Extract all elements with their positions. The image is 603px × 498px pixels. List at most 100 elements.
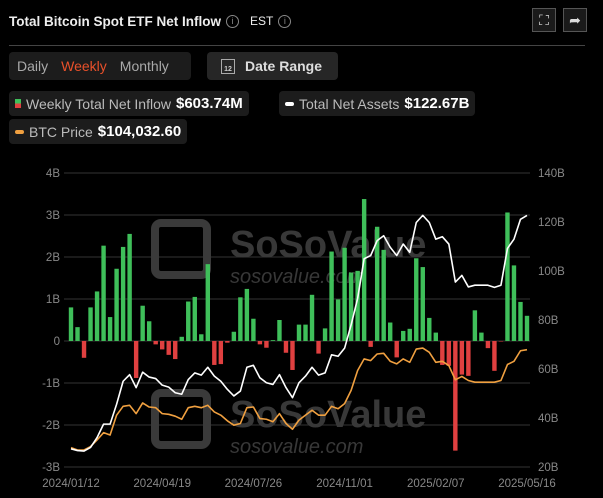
inflow-bar <box>414 258 419 341</box>
calendar-icon: 12 <box>221 58 235 74</box>
legend-inflow-value: $603.74M <box>176 95 243 112</box>
inflow-bar <box>140 305 145 341</box>
date-range-button[interactable]: 12 Date Range <box>207 52 338 80</box>
inflow-bar <box>329 251 334 341</box>
inflow-chart[interactable]: 4B 3B 2B 1B 0 -1B -2B -3B 140B 120B 100B 80B 60B 40B 2… <box>0 160 603 498</box>
watermark-logo-icon <box>151 219 211 279</box>
x-tick-label: 2025/02/07 <box>407 478 465 490</box>
inflow-bar <box>205 264 210 341</box>
inflow-bar <box>524 315 530 341</box>
inflow-bar <box>368 341 373 347</box>
info-icon[interactable]: i <box>225 14 239 28</box>
inflow-bar <box>407 328 412 341</box>
inflow-bar <box>270 340 276 341</box>
inflow-bar <box>492 341 497 371</box>
period-weekly[interactable]: Weekly <box>61 58 107 74</box>
legend-inflow-label: Weekly Total Net Inflow <box>26 95 171 112</box>
right-tick-label: 140B <box>538 168 565 180</box>
legend-btc-label: BTC Price <box>29 123 93 140</box>
inflow-bar <box>101 245 106 341</box>
date-range-label: Date Range <box>245 58 323 74</box>
btc-swatch-icon <box>15 129 24 134</box>
share-button[interactable]: ➦ <box>563 8 587 32</box>
inflow-bar <box>146 321 152 341</box>
left-tick-label: -1B <box>42 378 60 390</box>
share-icon: ➦ <box>569 11 581 28</box>
left-tick-label: 3B <box>46 210 60 222</box>
period-daily[interactable]: Daily <box>17 58 48 74</box>
chart-title: Total Bitcoin Spot ETF Net Inflow <box>9 13 221 29</box>
inflow-bar <box>459 341 465 375</box>
inflow-bar <box>335 299 341 341</box>
watermark-brand: SoSoValue <box>230 394 426 436</box>
inflow-bar <box>218 341 224 365</box>
inflow-bar <box>199 334 204 341</box>
right-tick-label: 120B <box>538 217 565 229</box>
inflow-bar <box>283 341 289 353</box>
inflow-bar <box>420 267 425 341</box>
inflow-bar <box>290 341 295 370</box>
legend-assets-value: $122.67B <box>404 95 470 112</box>
fullscreen-button[interactable]: ⛶ <box>532 8 556 32</box>
inflow-bar <box>107 317 113 341</box>
inflow-bar <box>244 288 250 341</box>
inflow-bar <box>498 341 504 342</box>
legend-btc[interactable]: BTC Price $104,032.60 <box>9 119 188 144</box>
inflow-bar <box>381 249 386 341</box>
inflow-bar <box>133 341 139 378</box>
right-tick-label: 20B <box>538 462 559 474</box>
inflow-bar <box>179 336 184 341</box>
legend-inflow[interactable]: Weekly Total Net Inflow $603.74M <box>9 91 249 116</box>
inflow-bar <box>466 341 471 376</box>
inflow-bar <box>166 341 171 355</box>
inflow-bar <box>433 332 438 341</box>
right-tick-label: 60B <box>538 364 559 376</box>
header-divider <box>9 45 585 46</box>
inflow-bar <box>322 328 328 341</box>
inflow-bar <box>88 307 93 341</box>
left-tick-label: -2B <box>42 420 60 432</box>
period-selector: Daily Weekly Monthly <box>9 52 191 80</box>
left-tick-label: -3B <box>42 462 60 474</box>
left-tick-label: 4B <box>46 168 60 180</box>
inflow-bar <box>238 297 243 341</box>
x-tick-label: 2024/07/26 <box>225 478 283 490</box>
inflow-bar <box>231 331 237 341</box>
inflow-bar <box>303 324 308 341</box>
inflow-bar <box>511 265 517 341</box>
legend-btc-value: $104,032.60 <box>97 123 182 140</box>
inflow-bar <box>120 246 126 341</box>
x-tick-label: 2024/04/19 <box>133 478 191 490</box>
inflow-bar <box>401 330 406 341</box>
right-tick-label: 80B <box>538 315 559 327</box>
inflow-bar <box>472 310 478 341</box>
inflow-bar <box>75 327 80 341</box>
chart-header: Total Bitcoin Spot ETF Net Inflow i EST … <box>9 10 292 32</box>
inflow-bar <box>173 341 178 360</box>
inflow-bar <box>427 317 432 341</box>
left-tick-label: 1B <box>46 294 60 306</box>
inflow-bar <box>68 307 74 341</box>
inflow-bar <box>225 341 230 343</box>
inflow-bar <box>505 212 510 341</box>
timezone-info-icon[interactable]: i <box>278 14 292 28</box>
inflow-bar <box>264 341 269 348</box>
left-tick-label: 2B <box>46 252 60 264</box>
inflow-bar <box>446 341 452 366</box>
x-tick-label: 2024/01/12 <box>42 478 100 490</box>
inflow-bar <box>342 247 347 341</box>
right-tick-label: 40B <box>538 413 559 425</box>
inflow-bar <box>160 341 165 350</box>
legend-assets[interactable]: Total Net Assets $122.67B <box>279 91 476 116</box>
period-monthly[interactable]: Monthly <box>120 58 169 74</box>
x-tick-label: 2025/05/16 <box>498 478 556 490</box>
inflow-bar <box>127 233 132 341</box>
inflow-bar <box>296 324 302 341</box>
right-tick-label: 100B <box>538 266 565 278</box>
inflow-bar <box>251 318 256 341</box>
inflow-bar <box>81 341 87 358</box>
inflow-bar <box>316 341 321 354</box>
inflow-swatch-icon <box>15 99 21 108</box>
legend-assets-label: Total Net Assets <box>299 95 400 112</box>
inflow-bar <box>186 301 191 341</box>
